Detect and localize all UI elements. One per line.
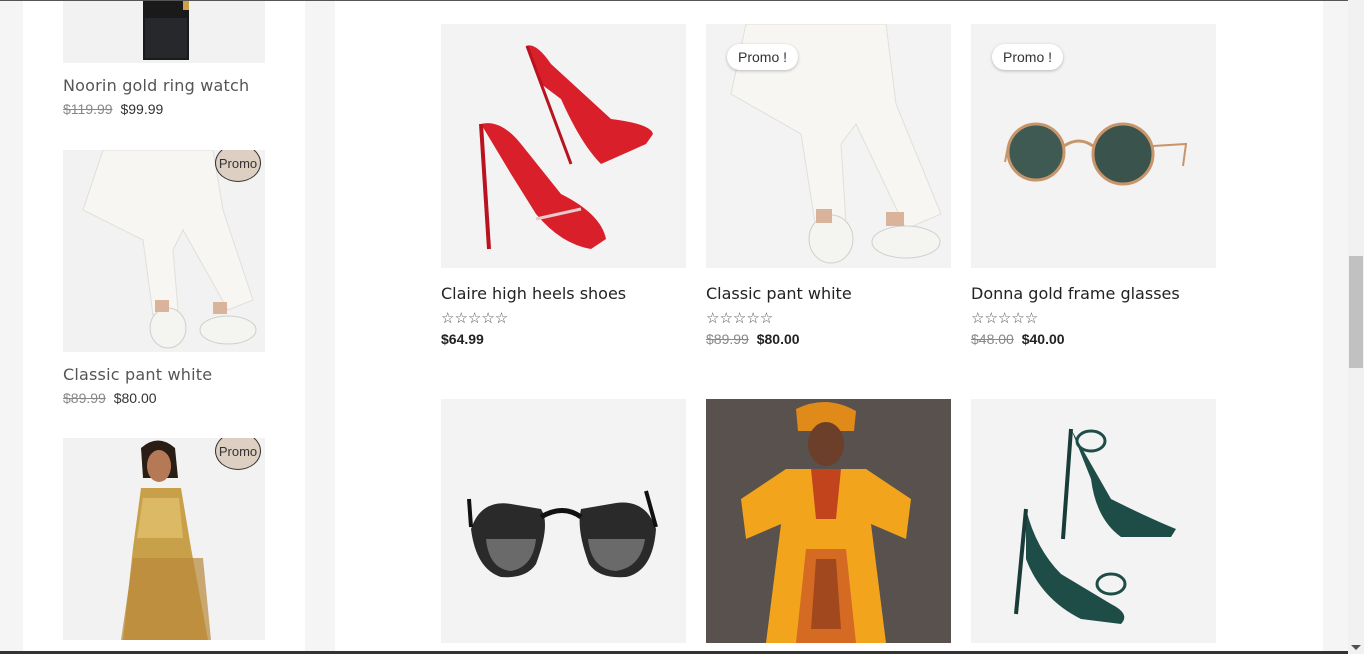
product-name[interactable]: Claire high heels shoes <box>441 284 686 303</box>
product-price: $89.99 $80.00 <box>63 390 265 406</box>
sidebar-product-list: Noorin gold ring watch $119.99 $99.99 Pr… <box>23 1 305 651</box>
old-price: $89.99 <box>706 331 749 347</box>
old-price: $89.99 <box>63 390 106 406</box>
product-image-yellow-kaftan[interactable] <box>706 399 951 643</box>
sidebar-product[interactable]: Noorin gold ring watch $119.99 $99.99 <box>63 1 265 117</box>
scrollbar-thumb[interactable] <box>1349 256 1363 368</box>
promo-badge: Promo ! <box>727 44 799 70</box>
product-image-pant[interactable]: Promo <box>63 150 265 352</box>
old-price: $48.00 <box>971 331 1014 347</box>
product-card[interactable]: Promo ! Classic pant white ☆☆☆☆☆ $89.99 … <box>706 24 951 347</box>
sidebar-product[interactable]: Promo Classic pant white $89.99 $80.00 <box>63 150 265 406</box>
product-card[interactable] <box>706 399 951 643</box>
product-price: $48.00 $40.00 <box>971 331 1216 347</box>
product-image-green-heels[interactable] <box>971 399 1216 643</box>
rating-stars: ☆☆☆☆☆ <box>971 310 1039 327</box>
product-image-black-sunglasses[interactable] <box>441 399 686 643</box>
current-price: $40.00 <box>1021 331 1065 347</box>
product-price: $119.99 $99.99 <box>63 101 265 117</box>
product-price: $64.99 <box>441 331 686 347</box>
current-price: $99.99 <box>120 101 164 117</box>
product-image-pant[interactable]: Promo ! <box>706 24 951 268</box>
product-card[interactable]: Claire high heels shoes ☆☆☆☆☆ $64.99 <box>441 24 686 347</box>
promo-badge: Promo ! <box>992 44 1064 70</box>
product-grid: Claire high heels shoes ☆☆☆☆☆ $64.99 Pro… <box>335 1 1323 651</box>
product-name[interactable]: Noorin gold ring watch <box>63 76 265 95</box>
current-price: $64.99 <box>441 331 484 347</box>
product-image-gold-glasses[interactable]: Promo ! <box>971 24 1216 268</box>
scroll-down-arrow-icon[interactable] <box>1351 645 1361 650</box>
product-card[interactable]: Promo ! Donna gold frame glasses ☆☆☆☆☆ $… <box>971 24 1216 347</box>
rating-stars: ☆☆☆☆☆ <box>706 310 774 327</box>
product-image-red-heels[interactable] <box>441 24 686 268</box>
page-scrollbar[interactable] <box>1348 0 1364 654</box>
product-card[interactable] <box>441 399 686 643</box>
rating-stars: ☆☆☆☆☆ <box>441 310 509 327</box>
sidebar-product[interactable]: Promo <box>63 438 265 640</box>
product-name[interactable]: Classic pant white <box>706 284 951 303</box>
product-card[interactable] <box>971 399 1216 643</box>
product-name[interactable]: Donna gold frame glasses <box>971 284 1216 303</box>
product-image-watch[interactable] <box>63 1 265 63</box>
product-image-gold-dress[interactable]: Promo <box>63 438 265 640</box>
old-price: $119.99 <box>63 101 113 117</box>
current-price: $80.00 <box>756 331 800 347</box>
product-name[interactable]: Classic pant white <box>63 365 265 384</box>
current-price: $80.00 <box>113 390 157 406</box>
product-price: $89.99 $80.00 <box>706 331 951 347</box>
